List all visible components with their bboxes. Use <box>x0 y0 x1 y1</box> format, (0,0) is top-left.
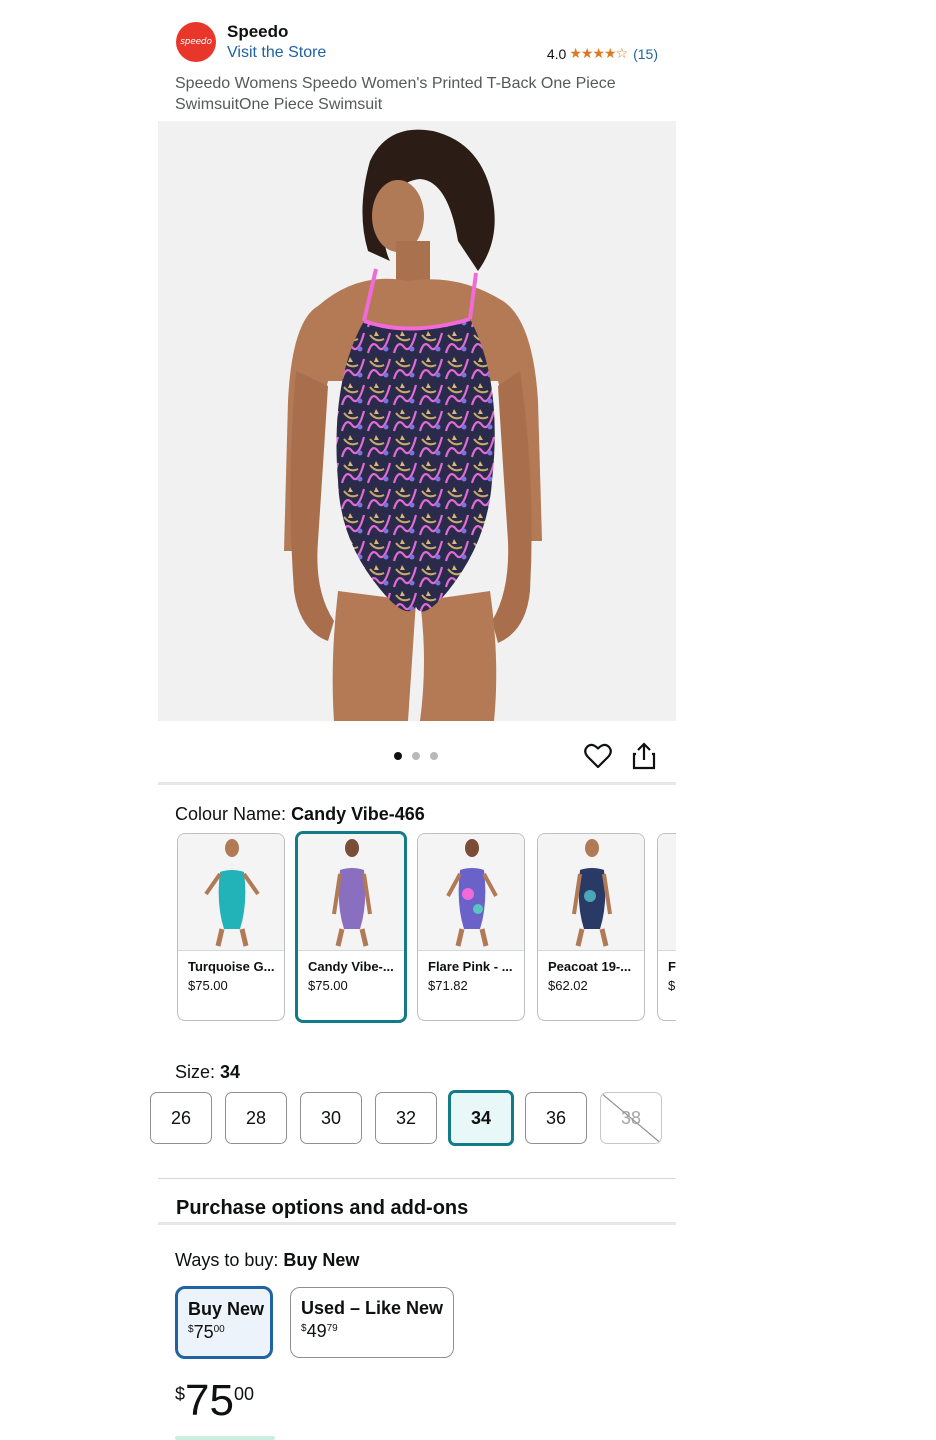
swatch-image <box>658 834 676 951</box>
rating-count[interactable]: (15) <box>633 46 658 62</box>
add-to-cart-button-edge[interactable] <box>175 1436 275 1440</box>
swatch-price: $71.82 <box>428 978 468 993</box>
swatch-name: Flare Pink - ... <box>428 959 513 974</box>
buy-new-option[interactable]: Buy New $7500 <box>175 1286 273 1359</box>
colour-label: Colour Name: Candy Vibe-466 <box>175 804 425 825</box>
swatch-price: $75.00 <box>188 978 228 993</box>
used-like-new-option[interactable]: Used – Like New $4979 <box>290 1287 454 1358</box>
ways-selected: Buy New <box>283 1250 360 1270</box>
size-option[interactable]: 30 <box>300 1092 362 1144</box>
swatch-image <box>178 834 284 951</box>
ways-label: Ways to buy: <box>175 1250 279 1270</box>
size-label: Size: 34 <box>175 1062 240 1083</box>
price-dollars: 75 <box>193 1322 214 1342</box>
brand-name: Speedo <box>227 22 289 41</box>
swatch-image <box>418 834 524 951</box>
product-page: speedo Speedo Visit the Store 4.0 ★★★★☆ … <box>150 0 676 1440</box>
brand-logo[interactable]: speedo <box>176 22 216 62</box>
size-option[interactable]: 32 <box>375 1092 437 1144</box>
size-option[interactable]: 26 <box>150 1092 212 1144</box>
swatch-price: $ <box>668 978 676 993</box>
heart-icon[interactable] <box>584 743 612 769</box>
colour-swatch[interactable]: Peacoat 19-... $62.02 <box>537 833 645 1021</box>
star-rating-icon: ★★★★☆ <box>569 45 628 61</box>
option-price: $4979 <box>301 1321 443 1342</box>
swatch-name: Candy Vibe-... <box>308 959 394 974</box>
swatch-image <box>538 834 644 951</box>
swatch-name: Fl <box>668 959 676 974</box>
size-option[interactable]: 36 <box>525 1092 587 1144</box>
swatch-name: Turquoise G... <box>188 959 275 974</box>
image-pager[interactable] <box>394 752 438 760</box>
swatch-price: $75.00 <box>308 978 348 993</box>
currency: $ <box>301 1323 307 1334</box>
size-option-unavailable[interactable]: 38 <box>600 1092 662 1144</box>
currency: $ <box>188 1324 194 1335</box>
option-label: Used – Like New <box>301 1298 444 1318</box>
divider <box>158 782 676 785</box>
price-cents: 79 <box>326 1323 338 1334</box>
price-cents: 00 <box>233 1384 254 1404</box>
divider <box>158 1222 676 1225</box>
colour-swatch[interactable]: Turquoise G... $75.00 <box>177 833 285 1021</box>
size-option[interactable]: 28 <box>225 1092 287 1144</box>
purchase-options-title: Purchase options and add-ons <box>176 1197 469 1219</box>
share-icon[interactable] <box>632 742 656 770</box>
product-image[interactable] <box>158 121 676 721</box>
swatch-image <box>298 834 404 951</box>
option-price: $7500 <box>188 1322 260 1343</box>
visit-store-link[interactable]: Visit the Store <box>227 44 326 62</box>
swatch-name: Peacoat 19-... <box>548 959 632 974</box>
price: $7500 <box>175 1376 254 1426</box>
size-label-text: Size: <box>175 1062 216 1082</box>
swimsuit-model-image <box>284 129 542 721</box>
divider <box>158 1178 676 1179</box>
colour-label-text: Colour Name: <box>175 804 287 824</box>
option-label: Buy New <box>188 1299 265 1319</box>
rating-value: 4.0 <box>546 45 567 62</box>
product-title: Speedo Womens Speedo Women's Printed T-B… <box>175 75 616 113</box>
colour-swatch[interactable]: Flare Pink - ... $71.82 <box>417 833 525 1021</box>
swatch-price: $62.02 <box>548 978 588 993</box>
size-selected: 34 <box>220 1062 241 1082</box>
pager-dot[interactable] <box>430 752 438 760</box>
brand-logo-text: speedo <box>180 37 212 47</box>
strike-through-icon <box>601 1093 661 1143</box>
rating[interactable]: 4.0 ★★★★☆ (15) <box>547 45 658 62</box>
pager-dot[interactable] <box>412 752 420 760</box>
ways-to-buy: Ways to buy: Buy New <box>175 1250 359 1271</box>
colour-swatch-selected[interactable]: Candy Vibe-... $75.00 <box>295 831 407 1023</box>
price-dollars: 49 <box>306 1321 327 1341</box>
pager-dot-active[interactable] <box>394 752 402 760</box>
price-cents: 00 <box>213 1324 225 1335</box>
colour-selected: Candy Vibe-466 <box>291 804 425 824</box>
currency: $ <box>175 1384 186 1404</box>
price-dollars: 75 <box>185 1376 234 1425</box>
size-option-selected[interactable]: 34 <box>448 1090 514 1146</box>
colour-swatch-partial[interactable]: Fl $ <box>657 833 676 1021</box>
